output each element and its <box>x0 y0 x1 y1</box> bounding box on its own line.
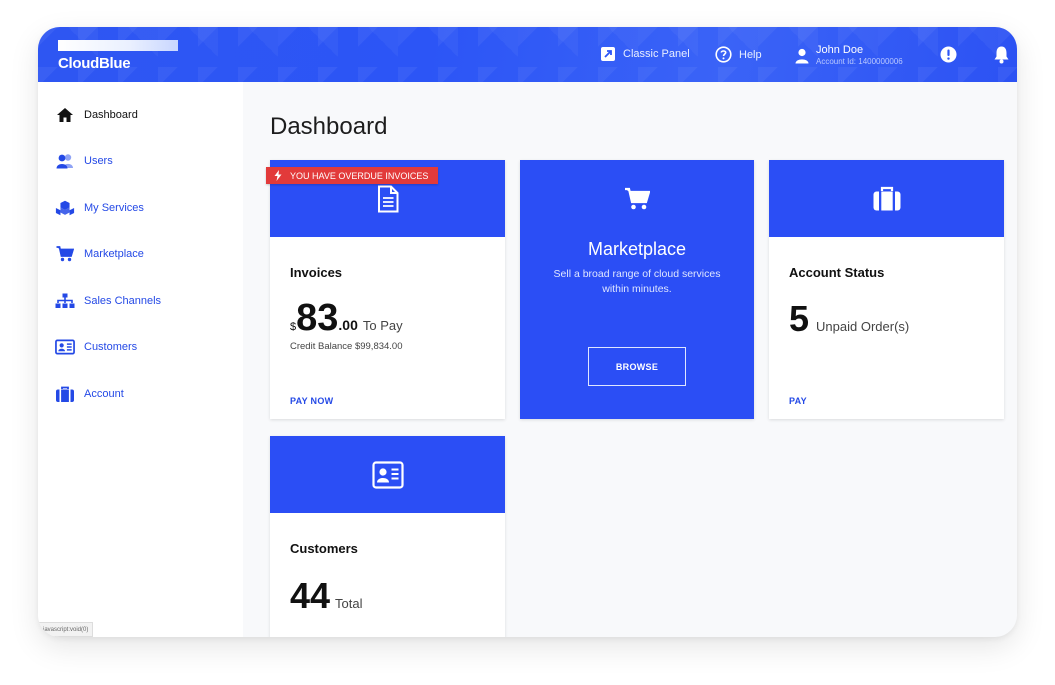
sidebar-item-dashboard[interactable]: Dashboard <box>55 106 138 124</box>
customers-suffix: Total <box>335 596 363 611</box>
customers-card: Customers 44 Total <box>270 436 505 637</box>
sidebar-item-account[interactable]: Account <box>55 385 124 403</box>
alerts-button[interactable] <box>940 46 964 63</box>
customers-count: 44 <box>290 575 331 616</box>
id-card-icon <box>55 338 75 356</box>
marketplace-description: Sell a broad range of cloud services wit… <box>520 267 754 297</box>
sidebar-item-label: Users <box>84 155 113 167</box>
document-icon <box>377 185 398 212</box>
users-icon <box>55 152 75 170</box>
sidebar-item-label: Customers <box>84 341 138 353</box>
overdue-badge-label: YOU HAVE OVERDUE INVOICES <box>290 170 429 181</box>
bell-icon <box>994 46 1009 64</box>
user-name: John Doe <box>816 44 864 56</box>
briefcase-icon <box>873 186 900 210</box>
user-icon <box>795 48 809 63</box>
sidebar-item-label: Sales Channels <box>84 295 162 307</box>
page-title: Dashboard <box>270 113 388 140</box>
description-line: Sell a broad range of cloud services <box>553 268 721 280</box>
user-menu[interactable]: John Doe Account Id: 1400000006 <box>795 44 903 67</box>
pay-link[interactable]: PAY <box>789 396 807 406</box>
unpaid-count: 5 <box>789 298 810 339</box>
cubes-icon <box>55 199 75 217</box>
app-window: CloudBlue Classic Panel Help John Doe Ac… <box>38 27 1017 637</box>
sidebar-item-label: Account <box>84 388 124 400</box>
logo-graphic <box>58 40 178 51</box>
marketplace-card: Marketplace Sell a broad range of cloud … <box>520 160 754 419</box>
unpaid-suffix: Unpaid Order(s) <box>816 319 910 334</box>
lightning-icon <box>274 170 282 181</box>
description-line: within minutes. <box>602 283 672 295</box>
help-link[interactable]: Help <box>715 46 762 63</box>
marketplace-title: Marketplace <box>587 239 687 259</box>
exclamation-icon <box>940 46 957 63</box>
pay-now-link[interactable]: PAY NOW <box>290 396 333 406</box>
sidebar-item-marketplace[interactable]: Marketplace <box>55 245 144 263</box>
logo[interactable]: CloudBlue <box>58 55 131 72</box>
briefcase-icon <box>55 385 75 403</box>
sidebar-item-sales-channels[interactable]: Sales Channels <box>55 292 161 310</box>
sidebar-item-label: My Services <box>84 202 144 214</box>
help-label: Help <box>739 48 762 61</box>
overdue-invoices-badge[interactable]: YOU HAVE OVERDUE INVOICES <box>266 167 439 184</box>
credit-balance: Credit Balance $99,834.00 <box>290 341 403 352</box>
sitemap-icon <box>55 292 75 310</box>
browser-status-bar: javascript:void(0) <box>38 622 94 637</box>
account-status-title: Account Status <box>789 265 885 280</box>
classic-panel-label: Classic Panel <box>623 48 690 60</box>
invoice-amount: $ 83 .00 To Pay <box>290 298 403 338</box>
notifications-button[interactable] <box>993 45 1017 64</box>
sidebar-item-label: Dashboard <box>84 109 138 121</box>
external-link-icon <box>601 47 615 61</box>
sidebar-item-label: Marketplace <box>84 248 144 260</box>
customers-title: Customers <box>290 541 358 556</box>
account-id: Account Id: 1400000006 <box>816 57 903 66</box>
sidebar-item-my-services[interactable]: My Services <box>55 199 144 217</box>
sidebar: Dashboard Users My Services Marketplace … <box>38 82 243 637</box>
invoices-card: YOU HAVE OVERDUE INVOICES Invoices $ 83 … <box>266 160 505 419</box>
cart-icon <box>55 245 75 263</box>
home-icon <box>55 106 75 124</box>
classic-panel-link[interactable]: Classic Panel <box>600 46 690 62</box>
customers-total: 44 Total <box>290 577 363 615</box>
id-card-icon <box>371 460 404 489</box>
account-status-card: Account Status 5 Unpaid Order(s) PAY <box>769 160 1004 419</box>
amount-suffix: To Pay <box>362 318 403 333</box>
top-bar: CloudBlue Classic Panel Help John Doe Ac… <box>38 27 1017 82</box>
sidebar-item-customers[interactable]: Customers <box>55 338 137 356</box>
help-icon <box>715 46 732 63</box>
sidebar-item-users[interactable]: Users <box>55 152 113 170</box>
unpaid-orders: 5 Unpaid Order(s) <box>789 300 909 338</box>
browse-button[interactable]: BROWSE <box>588 347 686 386</box>
main-content: Dashboard YOU HAVE OVERDUE INVOICES Invo… <box>243 82 1017 637</box>
invoices-title: Invoices <box>290 265 343 280</box>
amount-decimal: .00 <box>338 317 358 333</box>
cart-icon <box>625 187 650 210</box>
amount-integer: 83 <box>296 297 339 339</box>
